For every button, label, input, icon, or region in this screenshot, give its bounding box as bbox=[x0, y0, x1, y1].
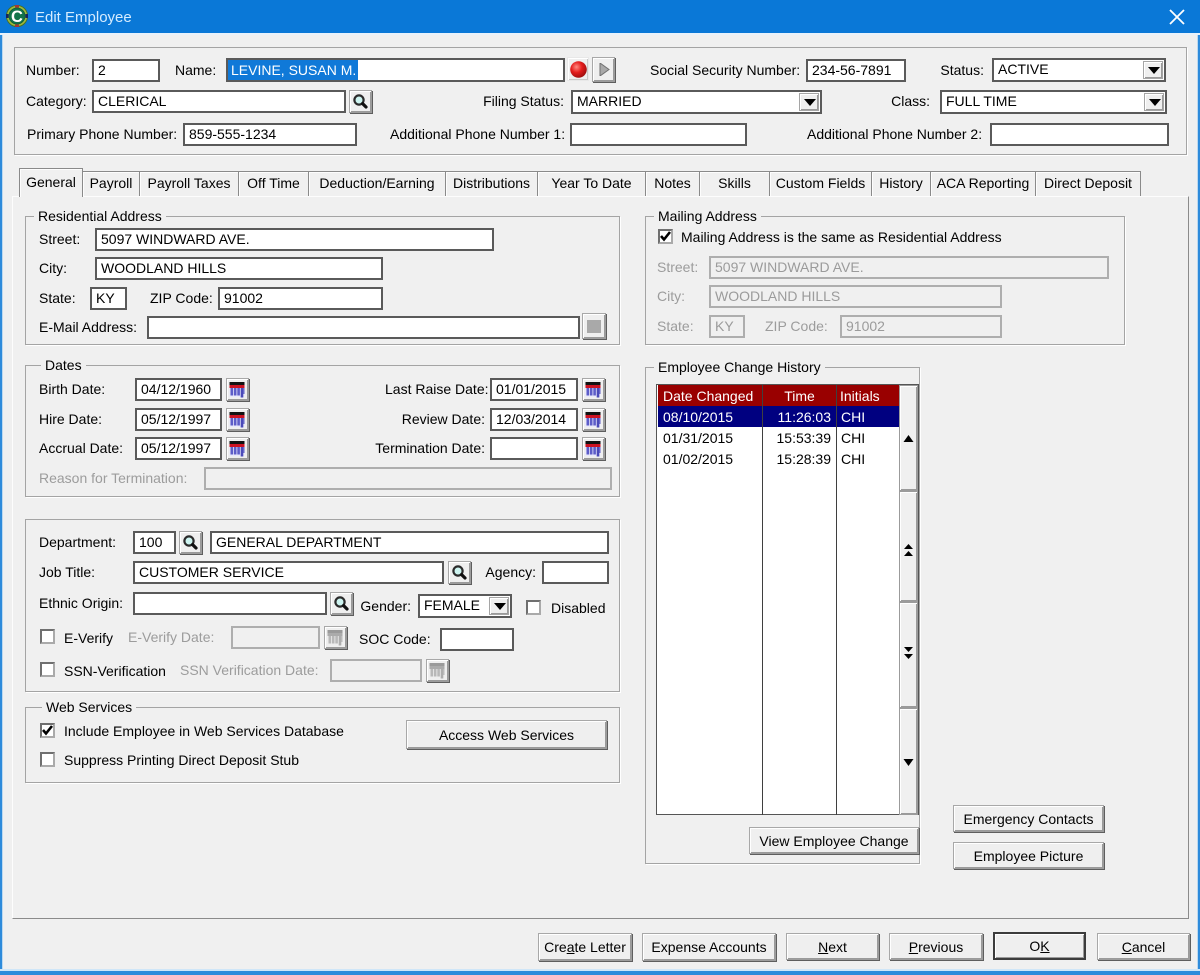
svg-text:C: C bbox=[11, 8, 23, 26]
